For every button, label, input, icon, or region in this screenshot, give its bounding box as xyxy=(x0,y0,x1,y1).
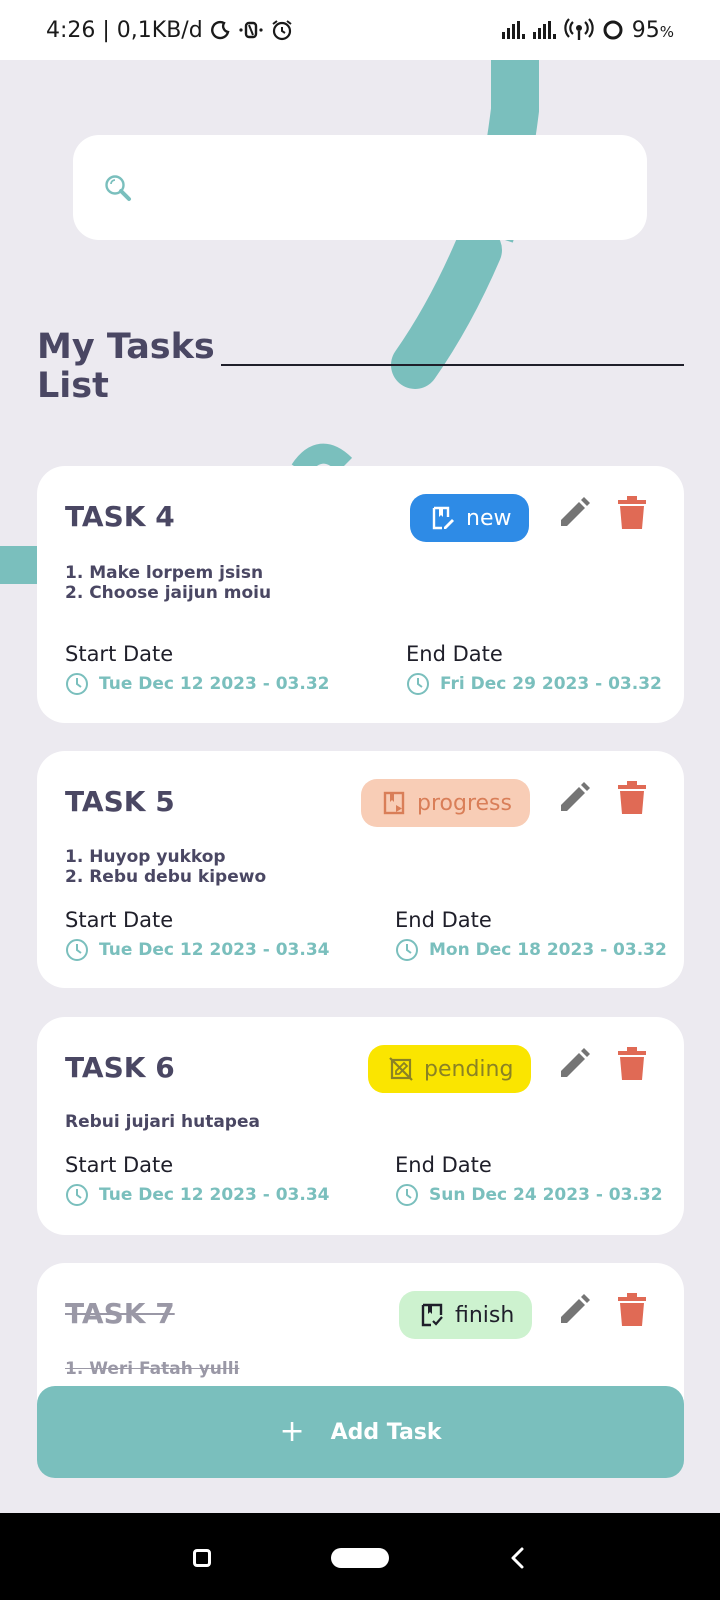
status-time: 4:26 | 0,1KB/d xyxy=(46,17,203,43)
task-description: Rebui jujari hutapea xyxy=(65,1112,260,1132)
play-note-icon xyxy=(383,791,405,815)
start-date-label: Start Date xyxy=(65,642,174,666)
status-badge[interactable]: pending xyxy=(368,1045,532,1093)
description-line: 2. Rebu debu kipewo xyxy=(65,867,267,887)
start-date-value: Tue Dec 12 2023 - 03.34 xyxy=(99,940,330,960)
task-card[interactable]: TASK 4 new 1. Make lorpem jsisn 2. Choos… xyxy=(37,466,684,723)
add-task-label: Add Task xyxy=(330,1419,442,1445)
trash-icon[interactable] xyxy=(617,1293,647,1327)
add-task-button[interactable]: + Add Task xyxy=(37,1386,684,1478)
status-label: pending xyxy=(424,1056,514,1082)
battery-percent: 95% xyxy=(631,17,674,43)
description-line: 1. Make lorpem jsisn xyxy=(65,563,264,583)
alarm-icon xyxy=(272,20,292,41)
status-label: new xyxy=(466,505,512,531)
home-button[interactable] xyxy=(331,1548,389,1568)
task-title: TASK 5 xyxy=(65,785,175,818)
status-label: finish xyxy=(455,1302,515,1328)
end-date-label: End Date xyxy=(406,642,503,666)
nfc-icon xyxy=(239,21,263,39)
task-card[interactable]: TASK 6 pending Rebui jujari hutapea Star… xyxy=(37,1017,684,1235)
pencil-note-icon xyxy=(432,506,454,530)
search-input[interactable] xyxy=(73,135,647,240)
page-title: My Tasks List xyxy=(37,327,215,406)
moon-icon xyxy=(210,20,230,40)
trash-icon[interactable] xyxy=(617,496,647,530)
edit-off-icon xyxy=(389,1057,413,1081)
signal-icon xyxy=(501,21,525,39)
start-date-label: Start Date xyxy=(65,1153,174,1177)
status-label: progress xyxy=(417,790,512,816)
end-date-label: End Date xyxy=(395,1153,492,1177)
task-description: 1. Make lorpem jsisn 2. Choose jaijun mo… xyxy=(65,563,271,603)
start-date: Start Date Tue Dec 12 2023 - 03.32 xyxy=(65,642,329,696)
end-date-value: Sun Dec 24 2023 - 03.32 xyxy=(429,1185,663,1205)
description-line: 1. Weri Fatah yulli xyxy=(65,1359,240,1379)
clock-icon xyxy=(66,1184,88,1206)
trash-icon[interactable] xyxy=(617,1047,647,1081)
start-date-value: Tue Dec 12 2023 - 03.34 xyxy=(99,1185,330,1205)
check-note-icon xyxy=(421,1303,443,1327)
description-line: 2. Choose jaijun moiu xyxy=(65,583,272,603)
task-description: 1. Huyop yukkop 2. Rebu debu kipewo xyxy=(65,847,266,887)
status-badge[interactable]: finish xyxy=(399,1291,533,1339)
description-line: Rebui jujari hutapea xyxy=(65,1112,260,1132)
end-date: End Date Mon Dec 18 2023 - 03.32 xyxy=(395,908,667,962)
recents-button[interactable] xyxy=(193,1549,211,1567)
description-line: 1. Huyop yukkop xyxy=(65,847,226,867)
edit-icon[interactable] xyxy=(557,1047,591,1081)
end-date-value: Fri Dec 29 2023 - 03.32 xyxy=(440,674,662,694)
edit-icon[interactable] xyxy=(557,781,591,815)
edit-icon[interactable] xyxy=(557,1293,591,1327)
clock-icon xyxy=(66,939,88,961)
start-date-label: Start Date xyxy=(65,908,174,932)
status-left: 4:26 | 0,1KB/d xyxy=(46,18,293,43)
plus-icon: + xyxy=(279,1414,305,1449)
end-date: End Date Fri Dec 29 2023 - 03.32 xyxy=(406,642,662,696)
search-icon xyxy=(105,175,131,201)
task-title: TASK 6 xyxy=(65,1051,175,1084)
end-date-value: Mon Dec 18 2023 - 03.32 xyxy=(429,940,667,960)
status-badge[interactable]: progress xyxy=(361,779,530,827)
clock-icon xyxy=(407,673,429,695)
end-date: End Date Sun Dec 24 2023 - 03.32 xyxy=(395,1153,663,1207)
back-button[interactable] xyxy=(508,1546,526,1570)
title-divider xyxy=(221,364,684,366)
end-date-label: End Date xyxy=(395,908,492,932)
start-date-value: Tue Dec 12 2023 - 03.32 xyxy=(99,674,330,694)
clock-icon xyxy=(396,939,418,961)
status-badge[interactable]: new xyxy=(410,494,530,542)
status-right: 95% xyxy=(501,17,674,43)
start-date: Start Date Tue Dec 12 2023 - 03.34 xyxy=(65,1153,329,1207)
signal-icon xyxy=(532,21,556,39)
task-description: 1. Weri Fatah yulli xyxy=(65,1359,239,1379)
task-card[interactable]: TASK 5 progress 1. Huyop yukkop 2. Rebu … xyxy=(37,751,684,988)
task-title: TASK 7 xyxy=(65,1297,175,1330)
battery-ring-icon xyxy=(603,20,623,40)
clock-icon xyxy=(396,1184,418,1206)
start-date: Start Date Tue Dec 12 2023 - 03.34 xyxy=(65,908,329,962)
system-nav-bar xyxy=(0,1513,720,1600)
trash-icon[interactable] xyxy=(617,781,647,815)
status-bar: 4:26 | 0,1KB/d 95% xyxy=(0,0,720,60)
edit-icon[interactable] xyxy=(557,496,591,530)
clock-icon xyxy=(66,673,88,695)
hotspot-icon xyxy=(564,18,594,40)
task-title: TASK 4 xyxy=(65,500,175,533)
